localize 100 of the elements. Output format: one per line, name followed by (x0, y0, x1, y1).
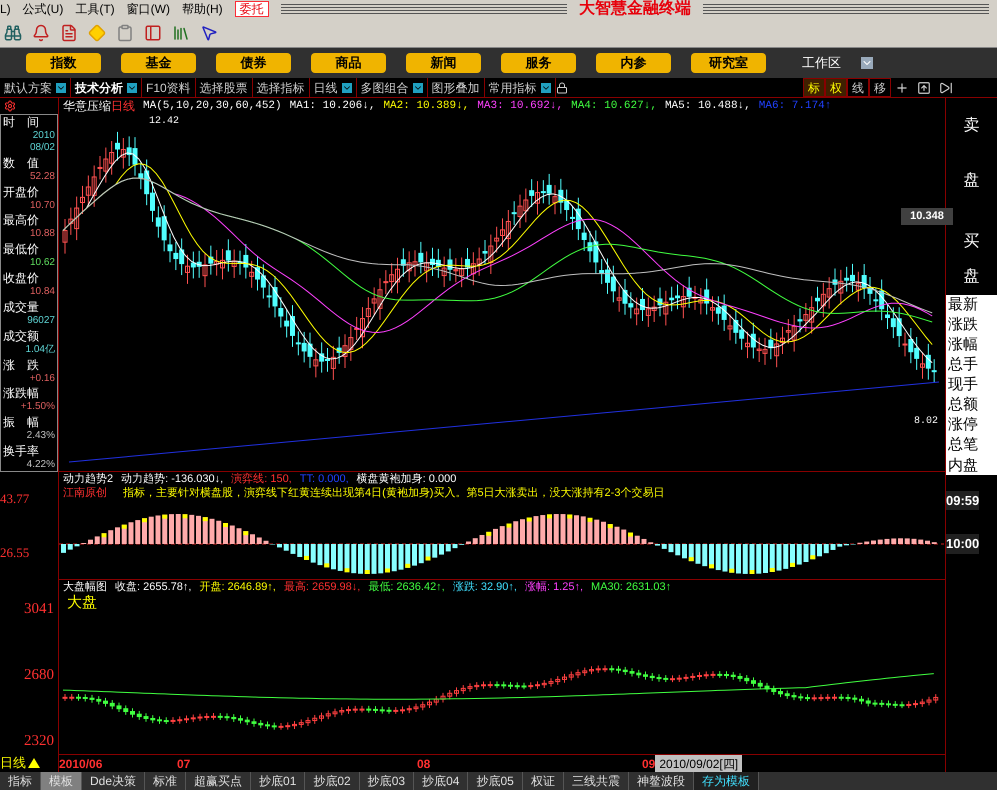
nav-button[interactable]: 服务 (501, 53, 576, 73)
info-label: 涨 跌 (3, 358, 40, 372)
chart-tool-button[interactable]: 权 (825, 78, 847, 97)
legend-value: 最高: 2659.98↓, (284, 580, 360, 595)
quote-field: 现手 (948, 375, 995, 394)
sell-label: 盘 (964, 170, 980, 190)
nav-button[interactable]: 商品 (311, 53, 386, 73)
time-label: 10:00 (946, 534, 980, 554)
date-label: 07 (177, 756, 192, 772)
legend-value: 涨幅: 1.25↑, (524, 580, 584, 595)
lock-icon[interactable] (556, 82, 568, 94)
info-value: 10.62 (28, 257, 55, 270)
legend-value: 最低: 2636.42↑, (368, 580, 445, 595)
market-label: 大盘 (66, 594, 98, 612)
gear-icon[interactable] (4, 100, 16, 112)
window-icon[interactable] (917, 80, 931, 94)
document-icon[interactable] (60, 24, 78, 42)
buy-label: 盘 (964, 267, 980, 287)
legend-value: TT: 0.000, (300, 472, 349, 487)
legend-value: 收盘: 2655.78↑, (115, 580, 192, 595)
sell-label: 卖 (964, 116, 980, 136)
menu-item[interactable]: 窗口(W) (126, 0, 170, 18)
nav-button[interactable]: 内参 (596, 53, 671, 73)
info-label: 振 幅 (3, 415, 40, 430)
toolbar-tab[interactable]: 技术分析 (71, 78, 142, 97)
info-value: 08/02 (28, 142, 55, 154)
toolbar-tab[interactable]: 日线 (310, 78, 357, 97)
skip-forward-icon[interactable] (939, 80, 953, 94)
toolbar-tab[interactable]: 多图组合 (356, 78, 428, 97)
info-label: 成交额 (3, 328, 40, 344)
info-label: 换手率 (3, 444, 40, 459)
legend-value: MA3: 10.692↓, (477, 98, 564, 114)
trade-button[interactable]: 委托 (234, 1, 269, 17)
bottom-tab[interactable]: 抄底04 (414, 772, 468, 790)
pointer-icon[interactable] (200, 24, 218, 42)
axis-label: 26.55 (0, 544, 30, 562)
bottom-tab[interactable]: 三线共震 (564, 772, 629, 790)
axis-label: 3041 (23, 600, 55, 618)
toolbar-tab[interactable]: F10资料 (142, 78, 196, 97)
quote-field: 涨幅 (948, 334, 995, 354)
legend-value: MA1: 10.206↓, (290, 98, 376, 114)
crosshair-icon[interactable] (895, 80, 909, 94)
clipboard-icon[interactable] (116, 24, 134, 42)
info-label: 涨跌幅 (3, 386, 40, 402)
books-icon[interactable] (172, 24, 190, 42)
bell-icon[interactable] (32, 24, 50, 42)
menu-item[interactable]: 公式(U) (22, 0, 64, 18)
info-value: 2010 (32, 130, 55, 142)
chart-tool-button[interactable]: 标 (803, 78, 825, 97)
info-value: 10.70 (28, 200, 55, 212)
menu-item[interactable]: 工具(T) (75, 0, 115, 18)
author-label: 江南原创 (63, 486, 107, 501)
info-value: 2.43% (26, 430, 55, 442)
bottom-tab[interactable]: 标准 (145, 772, 186, 790)
chart-tool-button[interactable]: 线 (847, 78, 869, 97)
info-label: 最高价 (3, 213, 40, 228)
bottom-tab[interactable]: 抄底05 (468, 772, 523, 790)
time-label: 09:59 (946, 490, 980, 510)
nav-button[interactable]: 新闻 (406, 53, 481, 73)
legend-value: MA6: 7.174↑ (758, 98, 832, 114)
toolbar-tab[interactable]: 图形叠加 (428, 78, 485, 97)
axis-label: 43.77 (0, 490, 30, 508)
legend-value: MA5: 10.488↓, (664, 98, 751, 114)
date-label: 08 (417, 756, 432, 772)
bottom-tab[interactable]: 抄底02 (305, 772, 360, 790)
bottom-tab[interactable]: 抄底03 (360, 772, 414, 790)
quote-field: 总额 (948, 395, 995, 414)
bottom-tab[interactable]: 抄底01 (251, 772, 306, 790)
nav-button[interactable]: 债券 (216, 53, 291, 73)
bottom-tab[interactable]: Dde决策 (82, 772, 146, 790)
cursor-date: 2010/09/02[四] (655, 754, 742, 772)
period-label: 日线 (111, 98, 135, 115)
period-label: 日线 (0, 754, 26, 772)
info-label: 数 值 (3, 156, 40, 171)
nav-button[interactable]: 基金 (121, 53, 196, 73)
info-value: 10.88 (28, 228, 55, 240)
chart-name: 大盘幅图 (63, 580, 107, 594)
quote-field: 涨跌 (948, 314, 995, 334)
price-tag: 10.348 (901, 208, 953, 224)
menu-item[interactable]: 帮助(H) (182, 0, 223, 18)
chart-tool-button[interactable]: 移 (869, 78, 891, 97)
legend-value: 动力趋势: -136.030↓, (121, 472, 224, 486)
nav-button[interactable]: 研究室 (691, 53, 766, 73)
toolbar-tab[interactable]: 选择指标 (252, 78, 310, 97)
toolbar-tab[interactable]: 选择股票 (196, 78, 253, 97)
bottom-tab[interactable]: 权证 (522, 772, 564, 790)
bottom-tab[interactable]: 存为模板 (694, 772, 759, 790)
nav-button[interactable]: 指数 (26, 53, 101, 73)
info-value: 96027 (26, 314, 55, 327)
toolbar-tab[interactable]: 默认方案 (0, 78, 71, 97)
info-value: +1.50% (20, 401, 55, 414)
menu-item[interactable]: L) (0, 0, 11, 18)
binoculars-icon[interactable] (4, 24, 22, 42)
date-label: 2010/06 (59, 756, 104, 772)
workspace-label[interactable]: 工作区 (802, 53, 841, 73)
panel-icon[interactable] (144, 24, 162, 42)
toolbar-tab[interactable]: 常用指标 (484, 78, 556, 97)
info-value: +0.16 (28, 372, 55, 384)
bottom-tab[interactable]: 超赢买点 (186, 772, 252, 790)
info-label: 时 间 (3, 115, 40, 130)
